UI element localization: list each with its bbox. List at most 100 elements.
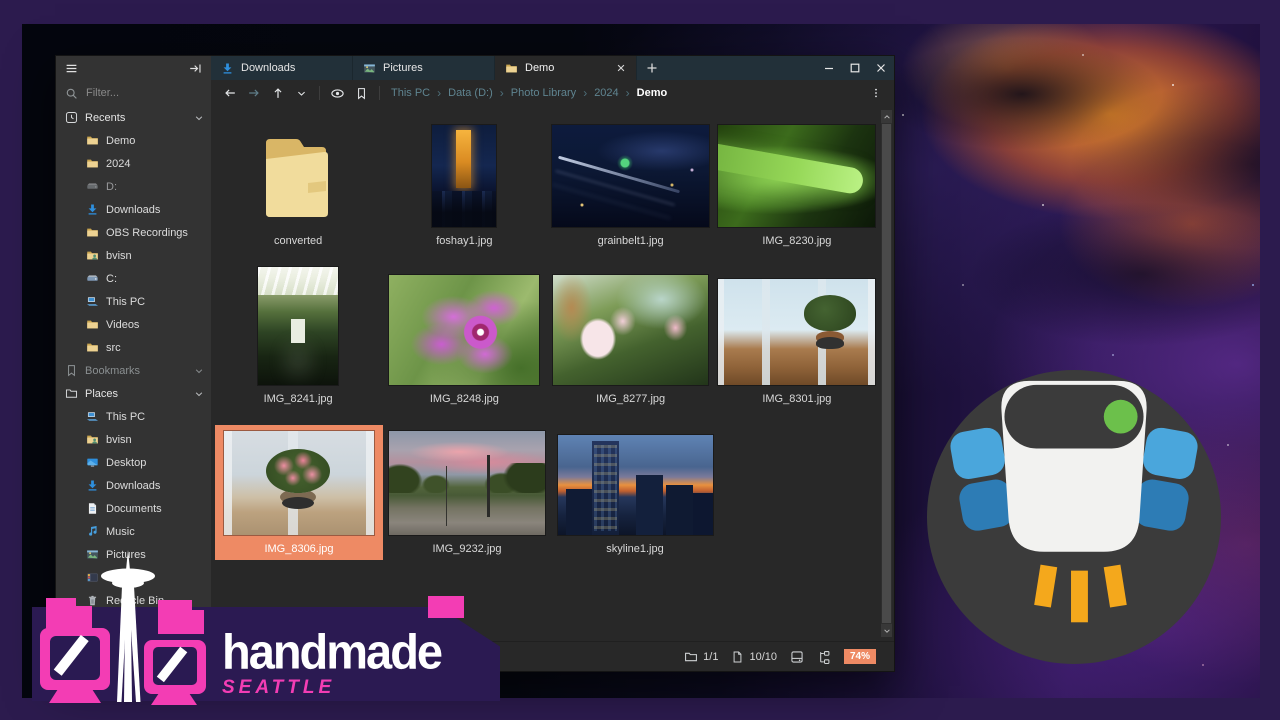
file-item-grainbelt1[interactable]: grainbelt1.jpg (548, 119, 714, 252)
sidebar-item-music[interactable]: Music (56, 520, 211, 543)
file-name: IMG_8301.jpg (762, 393, 831, 405)
sidebar-section-recents[interactable]: Recents (56, 106, 211, 129)
up-button[interactable] (267, 83, 288, 103)
tab-demo[interactable]: Demo (495, 56, 637, 80)
new-tab-button[interactable] (637, 56, 667, 80)
bookmark-icon (355, 87, 368, 100)
sidebar-header (56, 56, 211, 80)
folder-count-value: 1/1 (703, 651, 718, 663)
tab-downloads[interactable]: Downloads (211, 56, 353, 80)
clock-icon (65, 111, 78, 124)
sidebar-item-demo[interactable]: Demo (56, 129, 211, 152)
sidebar-section-bookmarks[interactable]: Bookmarks (56, 359, 211, 382)
file-thumbnail (552, 125, 709, 227)
file-thumbnail (558, 435, 713, 535)
item-label: Demo (106, 135, 135, 147)
file-grid-row: converted foshay1.jpg grainbelt1.jpg (215, 116, 880, 252)
tree-view-icon (817, 650, 831, 664)
file-item-img9232[interactable]: IMG_9232.jpg (383, 425, 551, 560)
item-label: Downloads (106, 204, 160, 216)
music-icon (86, 525, 99, 538)
file-manager-window: Downloads Pictures Demo (55, 55, 895, 672)
file-thumbnail (258, 267, 338, 385)
kebab-icon (870, 86, 882, 100)
breadcrumb-this-pc[interactable]: This PC (391, 87, 430, 99)
item-label: bvisn (106, 434, 132, 446)
close-button[interactable] (868, 56, 894, 80)
tree-view-toggle[interactable] (817, 650, 831, 664)
sidebar-item-2024[interactable]: 2024 (56, 152, 211, 175)
disk-usage-indicator[interactable] (790, 650, 804, 664)
minimize-icon (824, 63, 834, 73)
pc-icon (86, 295, 99, 308)
sidebar-item-c-drive[interactable]: C: (56, 267, 211, 290)
sidebar-item-bvisn[interactable]: bvisn (56, 244, 211, 267)
sidebar-item-obs-recordings[interactable]: OBS Recordings (56, 221, 211, 244)
item-label: 2024 (106, 158, 130, 170)
drive-icon (86, 180, 99, 193)
document-icon (86, 502, 99, 515)
breadcrumb-separator (500, 86, 504, 100)
item-label: D: (106, 181, 117, 193)
sidebar-item-places-downloads[interactable]: Downloads (56, 474, 211, 497)
maximize-button[interactable] (842, 56, 868, 80)
item-label: This PC (106, 411, 145, 423)
history-dropdown-button[interactable] (291, 83, 312, 103)
forward-button[interactable] (243, 83, 264, 103)
scroll-down-button[interactable] (881, 624, 892, 637)
tab-pictures[interactable]: Pictures (353, 56, 495, 80)
close-tab-icon[interactable] (616, 63, 626, 73)
file-count-icon (731, 650, 744, 664)
bookmark-button[interactable] (351, 83, 372, 103)
scrollbar-thumb[interactable] (882, 124, 891, 623)
scroll-up-button[interactable] (881, 110, 892, 123)
main-pane: This PC Data (D:) Photo Library 2024 Dem… (211, 80, 894, 671)
file-item-img8241[interactable]: IMG_8241.jpg (215, 261, 381, 410)
sidebar-item-downloads[interactable]: Downloads (56, 198, 211, 221)
sidebar-item-places-this-pc[interactable]: This PC (56, 405, 211, 428)
menu-button[interactable] (865, 83, 886, 103)
folder-count: 1/1 (684, 650, 718, 664)
file-item-img8301[interactable]: IMG_8301.jpg (714, 273, 880, 410)
filter-input[interactable] (84, 86, 192, 100)
minimize-button[interactable] (816, 56, 842, 80)
file-item-img8248[interactable]: IMG_8248.jpg (381, 269, 547, 410)
file-name: grainbelt1.jpg (598, 235, 664, 247)
sidebar-item-desktop[interactable]: Desktop (56, 451, 211, 474)
sidebar-section-places[interactable]: Places (56, 382, 211, 405)
back-icon (223, 86, 237, 100)
breadcrumb-photo-library[interactable]: Photo Library (511, 87, 576, 99)
sidebar-item-documents[interactable]: Documents (56, 497, 211, 520)
file-thumbnail (553, 275, 708, 385)
breadcrumb-demo[interactable]: Demo (637, 87, 668, 99)
breadcrumb-2024[interactable]: 2024 (594, 87, 618, 99)
sidebar-item-places-bvisn[interactable]: bvisn (56, 428, 211, 451)
collapse-sidebar-icon[interactable] (189, 62, 202, 75)
download-icon (221, 62, 234, 75)
file-item-foshay1[interactable]: foshay1.jpg (381, 119, 547, 252)
view-button[interactable] (327, 83, 348, 103)
file-count-value: 10/10 (749, 651, 777, 663)
folder-icon (86, 157, 99, 170)
sidebar-item-videos[interactable]: Videos (56, 313, 211, 336)
brand-text: handmade SEATTLE (222, 628, 441, 697)
file-item-skyline1[interactable]: skyline1.jpg (551, 429, 719, 560)
breadcrumb-data-d[interactable]: Data (D:) (448, 87, 493, 99)
user-folder-icon (86, 433, 99, 446)
file-item-converted[interactable]: converted (215, 121, 381, 252)
hamburger-icon[interactable] (65, 62, 78, 75)
back-button[interactable] (219, 83, 240, 103)
file-item-img8306-selected[interactable]: IMG_8306.jpg (215, 425, 383, 560)
sidebar-item-d-drive[interactable]: D: (56, 175, 211, 198)
skyline-block (428, 596, 464, 618)
sidebar-item-src[interactable]: src (56, 336, 211, 359)
scrollbar[interactable] (881, 110, 892, 637)
file-item-img8230[interactable]: IMG_8230.jpg (714, 119, 880, 252)
desktop-icon (86, 456, 99, 469)
tab-label: Pictures (383, 62, 423, 74)
tab-bar: Downloads Pictures Demo (211, 56, 894, 80)
zoom-level-badge[interactable]: 74% (844, 649, 876, 664)
sidebar-item-this-pc[interactable]: This PC (56, 290, 211, 313)
file-item-img8277[interactable]: IMG_8277.jpg (548, 269, 714, 410)
window-header: Downloads Pictures Demo (56, 56, 894, 80)
